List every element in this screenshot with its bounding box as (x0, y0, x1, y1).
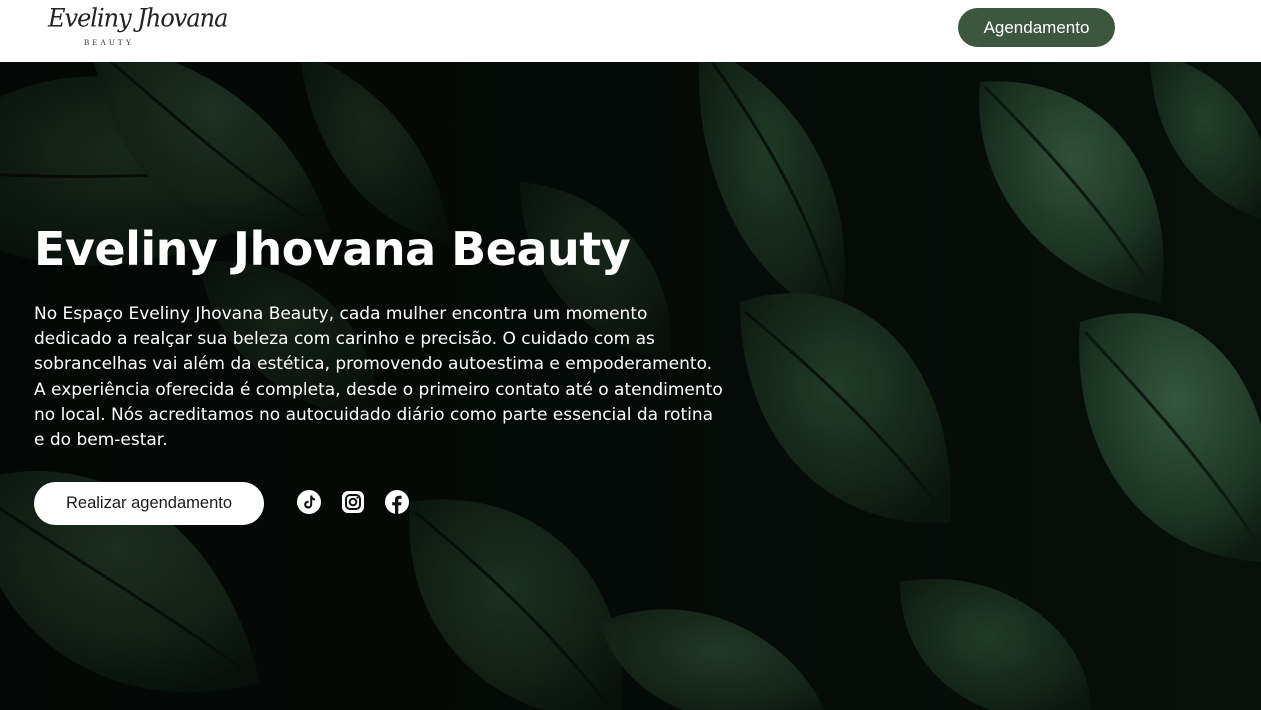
logo-subtitle: BEAUTY (84, 38, 135, 47)
tiktok-icon[interactable] (296, 489, 322, 515)
facebook-icon[interactable] (384, 489, 410, 515)
schedule-appointment-button[interactable]: Realizar agendamento (34, 482, 264, 525)
header-schedule-button[interactable]: Agendamento (958, 8, 1115, 47)
hero-section: Eveliny Jhovana Beauty No Espaço Eveliny… (0, 62, 1261, 710)
logo-script-text: Eveliny Jhovana (48, 3, 228, 33)
site-header: Eveliny Jhovana BEAUTY Agendamento (0, 0, 1261, 62)
instagram-icon[interactable] (340, 489, 366, 515)
brand-logo[interactable]: Eveliny Jhovana BEAUTY (46, 3, 228, 50)
hero-title: Eveliny Jhovana Beauty (34, 222, 631, 276)
hero-description: No Espaço Eveliny Jhovana Beauty, cada m… (34, 304, 723, 451)
